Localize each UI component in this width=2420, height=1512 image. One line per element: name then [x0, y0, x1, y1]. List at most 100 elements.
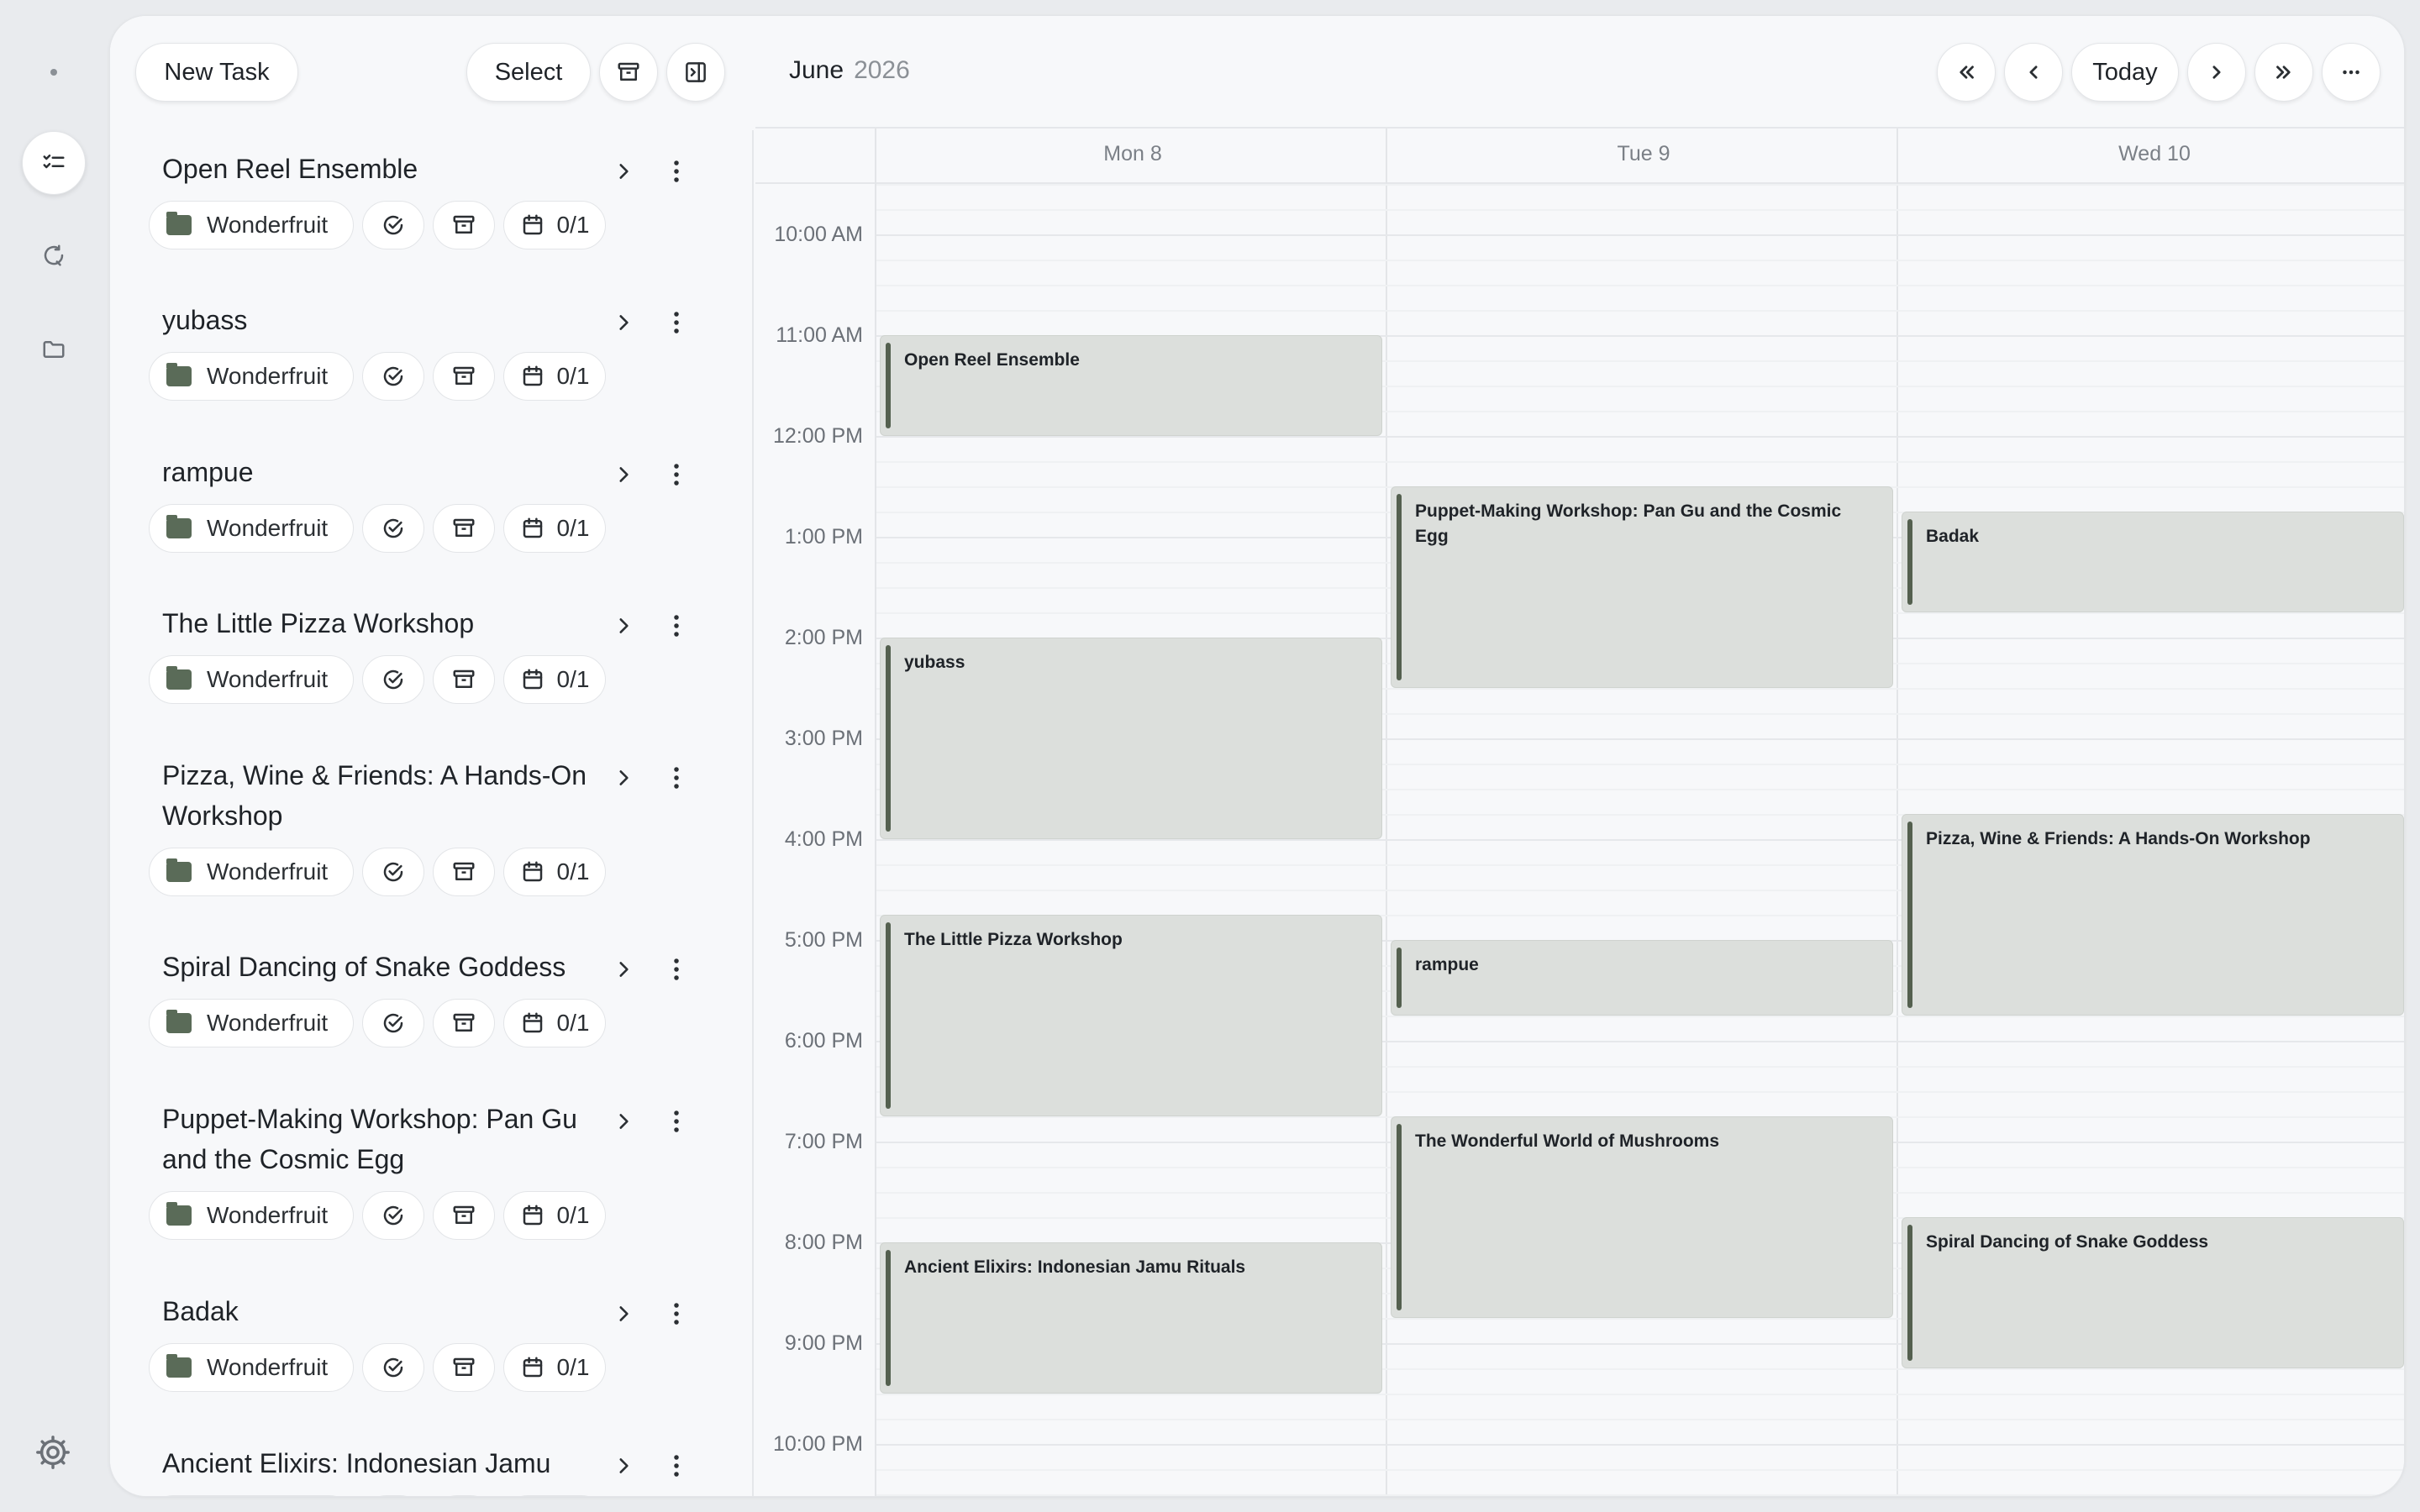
project-chip[interactable]: Wonderfruit [149, 1495, 354, 1496]
project-chip[interactable]: Wonderfruit [149, 504, 354, 553]
complete-button[interactable] [362, 999, 424, 1047]
kebab-menu-icon[interactable] [671, 957, 681, 982]
archive-task-button[interactable] [433, 1191, 495, 1240]
kebab-menu-icon[interactable] [671, 159, 681, 184]
complete-button[interactable] [362, 848, 424, 896]
schedule-chip[interactable]: 0/1 [503, 848, 606, 896]
schedule-chip[interactable]: 0/1 [503, 201, 606, 249]
new-task-button[interactable]: New Task [135, 43, 298, 102]
project-chip[interactable]: Wonderfruit [149, 1191, 354, 1240]
task-title[interactable]: Ancient Elixirs: Indonesian Jamu [162, 1425, 616, 1483]
kebab-menu-icon[interactable] [671, 613, 681, 638]
task-title[interactable]: The Little Pizza Workshop [162, 585, 616, 643]
calendar-event[interactable]: Pizza, Wine & Friends: A Hands-On Worksh… [1902, 814, 2404, 1016]
archive-task-button[interactable] [433, 655, 495, 704]
kebab-menu-icon[interactable] [671, 310, 681, 335]
calendar-event[interactable]: Spiral Dancing of Snake Goddess [1902, 1217, 2404, 1368]
chevron-right-icon[interactable] [613, 615, 634, 637]
archive-task-button[interactable] [433, 352, 495, 401]
time-grid[interactable]: 10:00 AM 11:00 AM 12:00 PM 1:00 PM 2:00 PM 3:… [755, 184, 2404, 1496]
schedule-chip[interactable]: 0/1 [503, 504, 606, 553]
archive-task-button[interactable] [433, 999, 495, 1047]
complete-button[interactable] [362, 504, 424, 553]
archive-task-button[interactable] [433, 504, 495, 553]
chevron-right-icon[interactable] [613, 1455, 634, 1477]
project-chip[interactable]: Wonderfruit [149, 848, 354, 896]
kebab-menu-icon[interactable] [671, 1453, 681, 1478]
complete-button[interactable] [362, 1191, 424, 1240]
calendar-event[interactable]: Open Reel Ensemble [880, 335, 1382, 436]
task-title[interactable]: Open Reel Ensemble [162, 130, 616, 189]
chevron-right-icon[interactable] [613, 1303, 634, 1325]
task-title[interactable]: Puppet-Making Workshop: Pan Gu and the C… [162, 1080, 616, 1179]
more-options-button[interactable] [2322, 43, 2381, 102]
task-item[interactable]: Spiral Dancing of Snake Goddess Wonderfr… [110, 928, 754, 1080]
next-day-button[interactable] [2187, 43, 2246, 102]
schedule-chip[interactable]: 0/1 [503, 1495, 606, 1496]
calendar-event[interactable]: Badak [1902, 512, 2404, 612]
project-chip[interactable]: Wonderfruit [149, 655, 354, 704]
chevron-right-icon[interactable] [613, 312, 634, 333]
prev-range-button[interactable] [1937, 43, 1996, 102]
archive-task-button[interactable] [433, 1495, 495, 1496]
kebab-menu-icon[interactable] [671, 1109, 681, 1134]
day-header-wed[interactable]: Wed 10 [1900, 142, 2404, 166]
tasks-nav-button[interactable] [22, 131, 86, 195]
task-item[interactable]: Puppet-Making Workshop: Pan Gu and the C… [110, 1080, 754, 1273]
calendar-event[interactable]: The Little Pizza Workshop [880, 915, 1382, 1116]
complete-button[interactable] [362, 1343, 424, 1392]
task-title[interactable]: Badak [162, 1273, 616, 1331]
calendar-event[interactable]: Puppet-Making Workshop: Pan Gu and the C… [1391, 486, 1893, 688]
task-item[interactable]: Pizza, Wine & Friends: A Hands-On Worksh… [110, 737, 754, 928]
project-chip[interactable]: Wonderfruit [149, 1343, 354, 1392]
task-title[interactable]: yubass [162, 281, 616, 340]
calendar-event[interactable]: The Wonderful World of Mushrooms [1391, 1116, 1893, 1318]
chevron-right-icon[interactable] [613, 958, 634, 980]
schedule-chip[interactable]: 0/1 [503, 1191, 606, 1240]
task-item[interactable]: Open Reel Ensemble Wonderfruit 0/1 [110, 130, 754, 281]
complete-button[interactable] [362, 201, 424, 249]
chevron-right-icon[interactable] [613, 1110, 634, 1132]
task-item[interactable]: Ancient Elixirs: Indonesian Jamu Wonderf… [110, 1425, 754, 1496]
project-chip[interactable]: Wonderfruit [149, 201, 354, 249]
complete-button[interactable] [362, 352, 424, 401]
calendar-event[interactable]: Ancient Elixirs: Indonesian Jamu Rituals [880, 1242, 1382, 1394]
day-header-mon[interactable]: Mon 8 [878, 142, 1387, 166]
chevron-right-icon[interactable] [613, 160, 634, 182]
kebab-menu-icon[interactable] [671, 462, 681, 487]
archive-task-button[interactable] [433, 201, 495, 249]
task-item[interactable]: rampue Wonderfruit 0/1 [110, 433, 754, 585]
calendar-event[interactable]: yubass [880, 638, 1382, 839]
schedule-chip[interactable]: 0/1 [503, 1343, 606, 1392]
complete-button[interactable] [362, 655, 424, 704]
prev-day-button[interactable] [2004, 43, 2063, 102]
schedule-chip[interactable]: 0/1 [503, 352, 606, 401]
task-item[interactable]: yubass Wonderfruit 0/1 [110, 281, 754, 433]
task-item[interactable]: The Little Pizza Workshop Wonderfruit 0/… [110, 585, 754, 737]
select-button[interactable]: Select [466, 43, 591, 102]
projects-nav-button[interactable] [22, 318, 86, 381]
task-title[interactable]: rampue [162, 433, 616, 492]
task-title[interactable]: Pizza, Wine & Friends: A Hands-On Worksh… [162, 737, 616, 836]
today-button[interactable]: Today [2071, 43, 2179, 102]
toggle-panel-button[interactable] [666, 43, 725, 102]
day-header-tue[interactable]: Tue 9 [1389, 142, 1898, 166]
project-chip[interactable]: Wonderfruit [149, 999, 354, 1047]
recurring-nav-button[interactable] [22, 223, 86, 287]
kebab-menu-icon[interactable] [671, 765, 681, 790]
task-title[interactable]: Spiral Dancing of Snake Goddess [162, 928, 616, 987]
project-chip[interactable]: Wonderfruit [149, 352, 354, 401]
gear-icon[interactable] [34, 1433, 72, 1472]
complete-button[interactable] [362, 1495, 424, 1496]
chevron-right-icon[interactable] [613, 767, 634, 789]
schedule-chip[interactable]: 0/1 [503, 999, 606, 1047]
archive-task-button[interactable] [433, 848, 495, 896]
archive-task-button[interactable] [433, 1343, 495, 1392]
task-item[interactable]: Badak Wonderfruit 0/1 [110, 1273, 754, 1425]
archive-button[interactable] [599, 43, 658, 102]
calendar-event[interactable]: rampue [1391, 940, 1893, 1016]
chevron-right-icon[interactable] [613, 464, 634, 486]
next-range-button[interactable] [2254, 43, 2313, 102]
schedule-chip[interactable]: 0/1 [503, 655, 606, 704]
kebab-menu-icon[interactable] [671, 1301, 681, 1326]
